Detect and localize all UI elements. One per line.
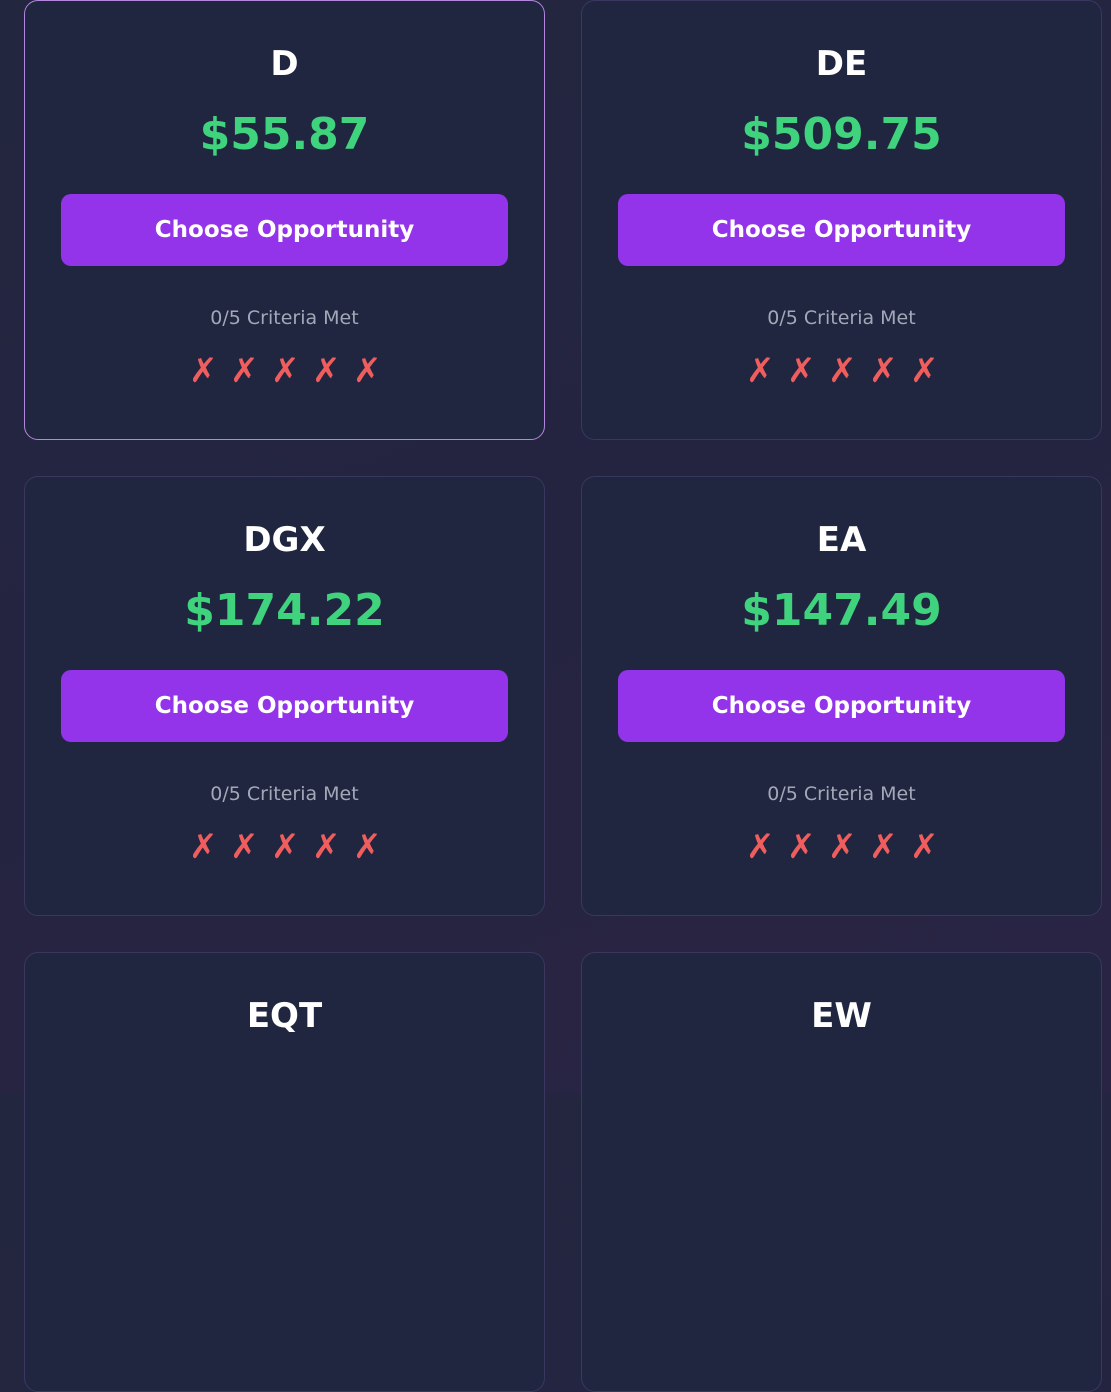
x-mark-icon: ✗ — [746, 827, 775, 867]
x-mark-icon: ✗ — [828, 351, 857, 391]
x-mark-icon: ✗ — [828, 827, 857, 867]
opportunity-card[interactable]: DE $509.75 Choose Opportunity 0/5 Criteria … — [581, 0, 1102, 440]
x-mark-icon: ✗ — [230, 351, 259, 391]
criteria-marks: ✗ ✗ ✗ ✗ ✗ — [746, 827, 939, 867]
ticker-symbol: DGX — [243, 520, 326, 560]
x-mark-icon: ✗ — [189, 351, 218, 391]
x-mark-icon: ✗ — [189, 827, 218, 867]
criteria-marks: ✗ ✗ ✗ ✗ ✗ — [189, 827, 382, 867]
opportunity-card[interactable]: EQT — [24, 952, 545, 1392]
x-mark-icon: ✗ — [787, 827, 816, 867]
opportunity-card[interactable]: DGX $174.22 Choose Opportunity 0/5 Criteria… — [24, 476, 545, 916]
criteria-marks: ✗ ✗ ✗ ✗ ✗ — [189, 351, 382, 391]
price-value: $55.87 — [199, 109, 370, 160]
x-mark-icon: ✗ — [353, 351, 382, 391]
opportunity-card[interactable]: EW — [581, 952, 1102, 1392]
price-value: $174.22 — [184, 585, 385, 636]
ticker-symbol: EQT — [246, 996, 323, 1036]
choose-opportunity-button[interactable]: Choose Opportunity — [618, 670, 1065, 742]
x-mark-icon: ✗ — [910, 351, 939, 391]
ticker-symbol: EW — [811, 996, 872, 1036]
choose-opportunity-button[interactable]: Choose Opportunity — [61, 194, 508, 266]
ticker-symbol: DE — [815, 44, 868, 84]
x-mark-icon: ✗ — [271, 827, 300, 867]
opportunity-grid: D $55.87 Choose Opportunity 0/5 Criteria Me… — [24, 0, 1102, 1392]
criteria-status: 0/5 Criteria Met — [767, 307, 916, 329]
x-mark-icon: ✗ — [353, 827, 382, 867]
ticker-symbol: EA — [816, 520, 867, 560]
criteria-status: 0/5 Criteria Met — [210, 783, 359, 805]
x-mark-icon: ✗ — [312, 827, 341, 867]
x-mark-icon: ✗ — [869, 827, 898, 867]
price-value: $147.49 — [741, 585, 942, 636]
choose-opportunity-button[interactable]: Choose Opportunity — [618, 194, 1065, 266]
x-mark-icon: ✗ — [746, 351, 775, 391]
x-mark-icon: ✗ — [869, 351, 898, 391]
x-mark-icon: ✗ — [271, 351, 300, 391]
criteria-status: 0/5 Criteria Met — [767, 783, 916, 805]
x-mark-icon: ✗ — [910, 827, 939, 867]
x-mark-icon: ✗ — [230, 827, 259, 867]
ticker-symbol: D — [270, 44, 299, 84]
choose-opportunity-button[interactable]: Choose Opportunity — [61, 670, 508, 742]
x-mark-icon: ✗ — [312, 351, 341, 391]
price-value: $509.75 — [741, 109, 942, 160]
criteria-marks: ✗ ✗ ✗ ✗ ✗ — [746, 351, 939, 391]
opportunity-card[interactable]: EA $147.49 Choose Opportunity 0/5 Criteria … — [581, 476, 1102, 916]
x-mark-icon: ✗ — [787, 351, 816, 391]
opportunity-card[interactable]: D $55.87 Choose Opportunity 0/5 Criteria Me… — [24, 0, 545, 440]
criteria-status: 0/5 Criteria Met — [210, 307, 359, 329]
